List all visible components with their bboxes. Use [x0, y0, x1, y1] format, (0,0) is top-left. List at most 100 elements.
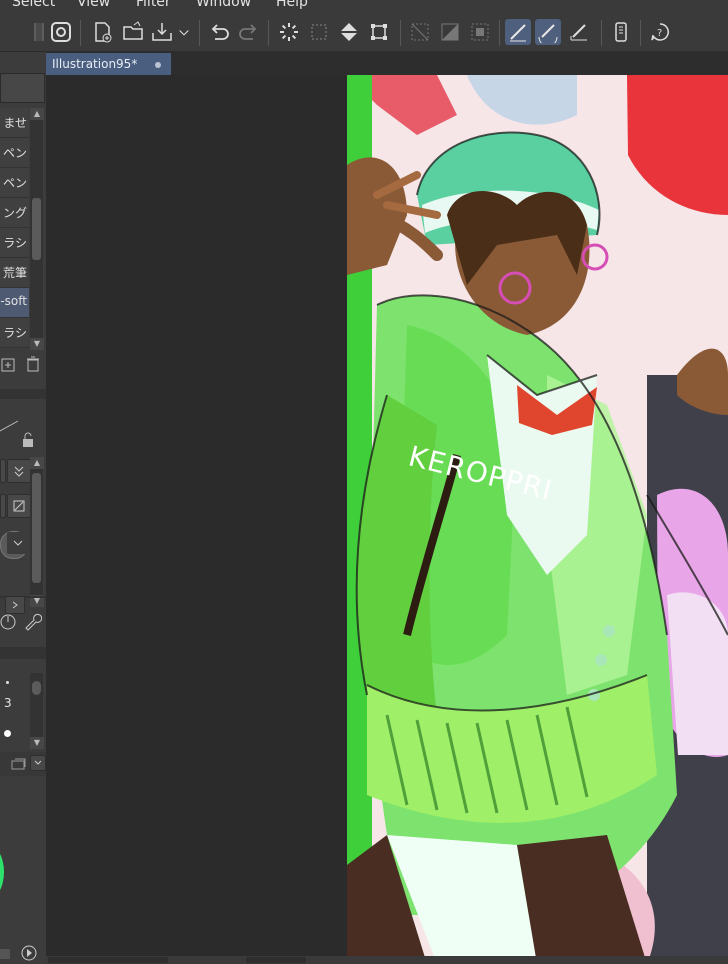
scroll-down-button[interactable]: ▼	[30, 737, 44, 749]
brush-item-3[interactable]: ペン	[0, 168, 29, 198]
brush-item-label: ませ	[3, 116, 27, 130]
toolbar-separator	[199, 20, 200, 46]
tool-property-scrollbar[interactable]: ▲ ▼	[30, 457, 44, 607]
brush-item-8[interactable]: ラシ	[0, 318, 29, 348]
play-icon[interactable]	[20, 944, 38, 962]
close-tab-dot-icon[interactable]	[155, 62, 161, 68]
svg-text:?: ?	[657, 28, 662, 39]
menu-select[interactable]: Select	[12, 0, 55, 10]
menu-bar: Select View Filter Window Help	[0, 0, 728, 14]
brush-item-5[interactable]: ラシ	[0, 228, 29, 258]
chevron-down-icon	[179, 30, 189, 36]
open-file-button[interactable]	[120, 19, 146, 45]
menu-help[interactable]: Help	[276, 0, 308, 10]
snap-ruler-button[interactable]	[505, 19, 531, 45]
menu-filter[interactable]: Filter	[136, 0, 171, 10]
toolbar-separator	[601, 20, 602, 46]
scrollbar-thumb[interactable]	[32, 681, 41, 695]
clip-studio-button[interactable]	[48, 19, 74, 45]
pressure-toggle-button[interactable]	[7, 459, 31, 483]
color-wheel[interactable]	[0, 843, 4, 901]
select-all-button[interactable]	[467, 19, 493, 45]
size-dot-tiny[interactable]	[6, 681, 9, 684]
document-tab[interactable]: Illustration95*	[46, 53, 171, 75]
panel-divider	[0, 647, 46, 659]
scrollbar-thumb[interactable]	[32, 473, 41, 583]
fill-button[interactable]	[336, 19, 362, 45]
transform-button[interactable]	[366, 19, 392, 45]
anti-alias-button[interactable]	[7, 494, 31, 518]
scroll-down-button[interactable]: ▼	[30, 338, 44, 350]
brush-item-7-selected[interactable]: -soft	[0, 288, 29, 318]
brush-item-label: ラシ	[3, 236, 27, 250]
toolbar-separator	[640, 20, 641, 46]
save-button[interactable]	[149, 19, 175, 45]
snap-special-ruler-button[interactable]	[535, 19, 561, 45]
scroll-up-button[interactable]: ▲	[30, 108, 44, 120]
lock-icon[interactable]	[20, 432, 36, 448]
undo-icon	[211, 24, 229, 40]
menu-window[interactable]: Window	[196, 0, 251, 10]
select-all-icon	[471, 23, 489, 41]
save-dropdown-button[interactable]	[176, 19, 192, 45]
color-wheel-area[interactable]	[0, 777, 46, 937]
chevron-down-icon	[13, 540, 23, 546]
undo-button[interactable]	[206, 19, 232, 45]
brush-list: ませ ペン ペン ング ラシ 荒筆 -soft ラシ	[0, 108, 29, 350]
snap-ruler-icon	[510, 24, 526, 42]
property-toggle-b[interactable]	[0, 494, 6, 518]
snap-special-ruler-icon	[538, 24, 558, 43]
illustration-canvas[interactable]: KEROPPRI	[347, 75, 728, 964]
tablet-icon	[615, 22, 627, 42]
color-panel-dropdown[interactable]	[30, 755, 46, 771]
brush-group-header[interactable]	[0, 73, 45, 103]
new-file-button[interactable]	[90, 19, 116, 45]
property-toggle-a[interactable]	[0, 459, 6, 483]
snap-grid-button[interactable]	[566, 19, 592, 45]
wrench-icon[interactable]	[22, 612, 42, 632]
left-panel: ませ ペン ペン ング ラシ 荒筆 -soft ラシ ▲ ▼ ▲ ▼ 3 ▼	[0, 14, 47, 964]
brush-item-6[interactable]: 荒筆	[0, 258, 29, 288]
clip-studio-icon	[51, 22, 71, 42]
color-swatch[interactable]	[0, 949, 10, 959]
dial-icon[interactable]	[0, 612, 18, 632]
menu-view[interactable]: View	[77, 0, 110, 10]
trash-icon[interactable]	[24, 355, 42, 373]
brush-item-1[interactable]: ませ	[0, 108, 29, 138]
brush-item-label: 荒筆	[2, 266, 27, 280]
clear-selection-button[interactable]	[407, 19, 433, 45]
crossed-square-icon	[411, 23, 429, 41]
brush-actions	[0, 352, 46, 376]
scrollbar-thumb[interactable]	[32, 198, 41, 260]
color-panel-header	[0, 752, 46, 776]
brush-item-label: ペン	[2, 146, 27, 160]
device-button[interactable]	[608, 19, 634, 45]
invert-selection-button[interactable]	[437, 19, 463, 45]
redo-button[interactable]	[236, 19, 262, 45]
snap-grid-icon	[570, 24, 587, 41]
selection-button[interactable]	[306, 19, 332, 45]
illustration-artwork: KEROPPRI	[347, 75, 728, 964]
toolbar-separator	[499, 20, 500, 46]
add-brush-icon[interactable]	[0, 355, 18, 373]
help-button[interactable]: ?	[647, 19, 673, 45]
invert-icon	[441, 23, 459, 41]
loading-spinner-button[interactable]	[276, 19, 302, 45]
brush-item-label: ング	[2, 206, 27, 220]
brush-item-2[interactable]: ペン	[0, 138, 29, 168]
brush-item-label: ペン	[2, 176, 27, 190]
slash-square-icon	[13, 500, 25, 512]
help-icon: ?	[651, 23, 669, 41]
brush-list-scrollbar[interactable]: ▲ ▼	[30, 108, 44, 350]
brush-item-label: ラシ	[3, 326, 27, 340]
status-field	[246, 957, 306, 963]
panel-menu-icon[interactable]	[10, 757, 28, 771]
toolbar-separator	[400, 20, 401, 46]
scroll-up-button[interactable]: ▲	[30, 457, 44, 469]
toolbar-separator	[80, 20, 81, 46]
dropdown-button[interactable]	[7, 532, 29, 554]
toolbar-separator	[268, 20, 269, 46]
size-dot-medium[interactable]	[4, 730, 11, 737]
brush-item-4[interactable]: ング	[0, 198, 29, 228]
size-scrollbar[interactable]: ▼	[30, 673, 44, 749]
